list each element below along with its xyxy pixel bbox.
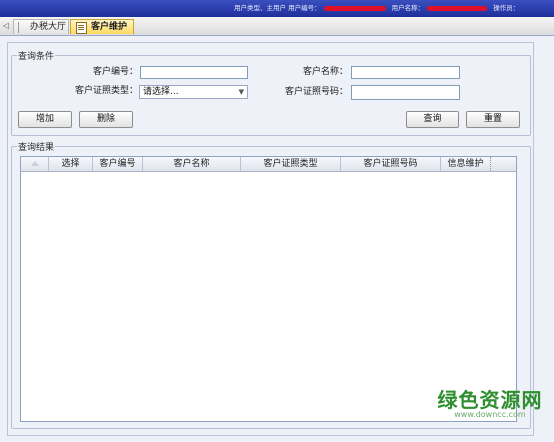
watermark: 绿色资源网 www.downcc.com <box>428 389 552 420</box>
customer-name-input[interactable] <box>351 66 460 79</box>
col-header-customer-name[interactable]: 客户名称 <box>143 157 241 171</box>
grid-header-row: 选择 客户编号 客户名称 客户证照类型 客户证照号码 信息维护 <box>21 157 516 172</box>
operator-label: 操作员： <box>493 4 520 12</box>
id-type-select[interactable]: 请选择... ▼ <box>139 85 248 99</box>
tab-scroll-left-icon[interactable]: ◁ <box>2 21 10 31</box>
col-header-customer-no[interactable]: 客户编号 <box>93 157 143 171</box>
user-id-label: 用户编号： <box>288 4 321 12</box>
query-conditions-legend: 查询条件 <box>18 52 55 62</box>
col-header-info-maintain[interactable]: 信息维护 <box>441 157 491 171</box>
tab-customer-maintenance-label: 客户维护 <box>91 22 128 32</box>
user-type-text: 用户类型、主用户 <box>234 4 286 12</box>
tab-tax-hall[interactable]: 办税大厅 <box>13 19 69 34</box>
redacted-user-name <box>427 5 488 11</box>
sort-triangle-icon <box>31 161 39 166</box>
query-button[interactable]: 查询 <box>406 111 459 128</box>
user-name-label: 用户名称： <box>391 4 425 12</box>
id-no-label: 客户证照号码： <box>284 87 348 97</box>
user-info-line: 用户类型、主用户 用户编号： 用户名称： 操作员： <box>234 3 519 14</box>
add-button[interactable]: 增加 <box>18 111 72 128</box>
top-header-bar: 用户类型、主用户 用户编号： 用户名称： 操作员： <box>0 0 554 18</box>
delete-button[interactable]: 删除 <box>79 111 133 128</box>
id-type-selected-value: 请选择... <box>143 87 179 97</box>
tab-separator <box>18 22 19 33</box>
document-icon <box>76 22 87 34</box>
col-header-id-no[interactable]: 客户证照号码 <box>341 157 441 171</box>
reset-button[interactable]: 重置 <box>466 111 520 128</box>
col-header-select[interactable]: 选择 <box>49 157 93 171</box>
results-grid[interactable]: 选择 客户编号 客户名称 客户证照类型 客户证照号码 信息维护 <box>20 156 517 422</box>
tab-tax-hall-label: 办税大厅 <box>30 22 67 32</box>
main-panel: 查询条件 客户编号： 客户名称： 客户证照类型： 请选择... ▼ 客户证照号码… <box>0 36 554 442</box>
dropdown-arrow-icon: ▼ <box>238 88 244 96</box>
grid-corner-cell[interactable] <box>21 157 49 171</box>
col-header-id-type[interactable]: 客户证照类型 <box>241 157 341 171</box>
tab-strip: ◁ 办税大厅 客户维护 <box>0 17 554 36</box>
query-results-legend: 查询结果 <box>18 143 55 153</box>
id-type-label: 客户证照类型： <box>74 86 138 96</box>
tab-customer-maintenance[interactable]: 客户维护 <box>70 19 134 34</box>
redacted-user-id <box>323 5 386 11</box>
watermark-title: 绿色资源网 <box>437 388 543 412</box>
customer-name-label: 客户名称： <box>302 67 348 77</box>
customer-no-label: 客户编号： <box>92 67 138 77</box>
id-no-input[interactable] <box>351 85 460 100</box>
customer-no-input[interactable] <box>140 66 248 79</box>
